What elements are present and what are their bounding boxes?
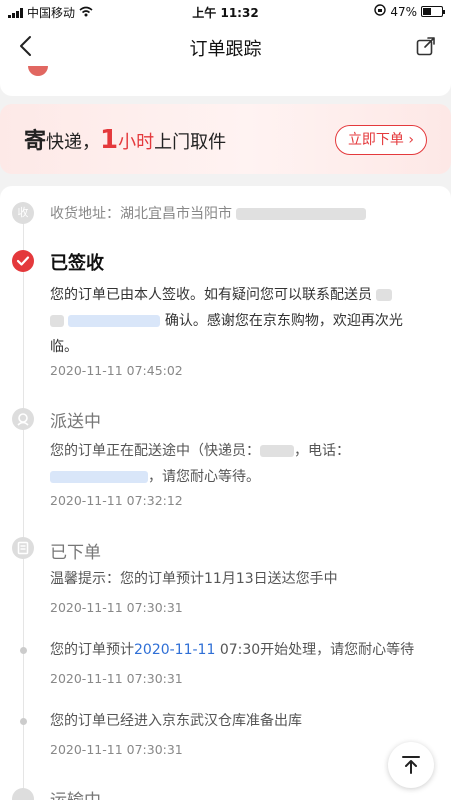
redacted-courier-name — [260, 445, 294, 457]
promo-number: 1 — [100, 125, 119, 155]
event-message: 您的订单正在配送途中（快递员： ，电话： ，请您耐心等待。 — [50, 443, 350, 485]
truck-icon — [12, 788, 34, 800]
page-title: 订单跟踪 — [189, 39, 262, 60]
event-title: 运输中 — [50, 786, 101, 800]
battery-percent: 47% — [390, 4, 417, 19]
courier-icon — [12, 408, 34, 430]
scroll-to-top-button[interactable] — [388, 742, 434, 788]
address-value: 湖北宜昌市当阳市 — [120, 206, 232, 222]
delivery-address: 收货地址：湖北宜昌市当阳市 — [50, 203, 367, 223]
event-message: 您的订单已由本人签收。如有疑问您可以联系配送员 确认。感谢您在京东购物，欢迎再次… — [50, 287, 403, 355]
event-title: 已签收 — [50, 253, 104, 274]
arrow-up-to-top-icon — [402, 756, 420, 774]
promo-unit: 小时 — [118, 132, 155, 153]
timeline-line — [23, 216, 24, 800]
address-icon: 收 — [12, 202, 34, 224]
redacted-name — [376, 289, 393, 301]
navigation-bar: 订单跟踪 — [0, 24, 451, 70]
event-time: 2020-11-11 07:45:02 — [50, 363, 183, 378]
share-icon[interactable] — [415, 35, 437, 57]
order-icon — [12, 537, 34, 559]
promo-word: 快递， — [46, 132, 101, 153]
card-decoration — [28, 66, 48, 76]
redacted-name — [50, 315, 64, 327]
timeline-dot — [20, 647, 27, 654]
event-time: 2020-11-11 07:30:31 — [50, 742, 183, 757]
redacted-phone-link[interactable] — [50, 471, 148, 483]
promo-prefix: 寄 — [24, 129, 47, 154]
tracking-timeline: 收 收货地址：湖北宜昌市当阳市 已签收 您的订单已由本人签收。如有疑问您可以联系… — [0, 186, 451, 800]
date-link[interactable]: 2020-11-11 — [134, 642, 215, 658]
rotation-lock-icon — [374, 4, 387, 19]
event-time: 2020-11-11 07:32:12 — [50, 493, 183, 508]
order-now-button[interactable]: 立即下单 › — [334, 125, 427, 155]
express-promo-banner[interactable]: 寄快递，1小时上门取件 立即下单 › — [0, 104, 451, 174]
promo-suffix: 上门取件 — [154, 132, 227, 153]
battery-icon — [421, 6, 445, 17]
check-icon — [12, 250, 34, 272]
order-card-edge — [0, 66, 451, 96]
event-time: 2020-11-11 07:30:31 — [50, 671, 183, 686]
timeline-dot — [20, 718, 27, 725]
event-title: 派送中 — [50, 412, 101, 432]
redacted-address — [236, 208, 367, 220]
event-title: 已下单 — [50, 543, 101, 563]
event-message: 温馨提示：您的订单预计11月13日送达您手中 — [50, 571, 338, 587]
event-message: 您的订单预计2020-11-11 07:30开始处理，请您耐心等待 — [50, 642, 415, 658]
status-bar: 中国移动 上午 11:32 47% — [0, 0, 451, 24]
event-message: 您的订单已经进入京东武汉仓库准备出库 — [50, 713, 302, 729]
redacted-phone-link[interactable] — [68, 315, 161, 327]
event-time: 2020-11-11 07:30:31 — [50, 600, 183, 615]
